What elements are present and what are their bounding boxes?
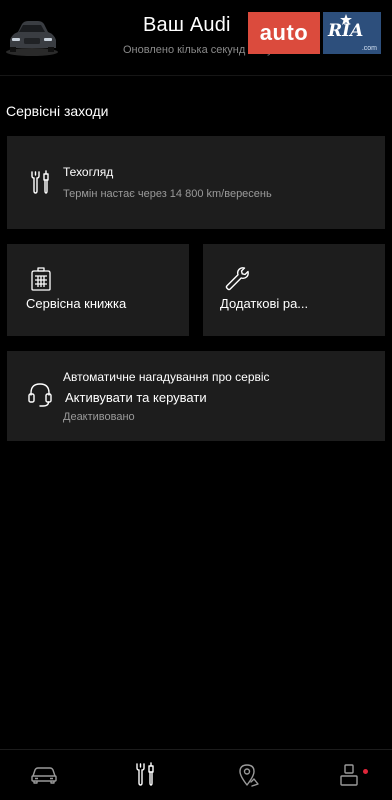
inspection-title: Техогляд xyxy=(63,165,114,179)
wrench-icon xyxy=(225,267,249,291)
notification-dot xyxy=(363,769,368,774)
car-icon xyxy=(31,767,57,784)
map-pin-icon xyxy=(239,764,259,787)
nav-car[interactable] xyxy=(14,750,74,800)
nav-profile[interactable] xyxy=(318,750,378,800)
section-title: Сервісні заходи xyxy=(6,103,109,119)
page-title: Ваш Audi xyxy=(143,14,231,36)
user-icon xyxy=(340,764,358,786)
service-book-icon xyxy=(31,267,51,291)
reminder-activate-link[interactable]: Активувати та керувати xyxy=(65,390,207,405)
wrench-screwdriver-icon xyxy=(136,762,154,786)
inspection-card[interactable]: Техогляд Термін настає через 14 800 km/в… xyxy=(7,136,385,229)
service-book-label: Сервісна книжка xyxy=(26,296,127,311)
reminder-title: Автоматичне нагадування про сервіс xyxy=(63,370,270,384)
service-book-card[interactable]: Сервісна книжка xyxy=(7,244,189,336)
watermark-ria-text: RIA xyxy=(328,21,364,41)
inspection-due-text: Термін настає через 14 800 km/вересень xyxy=(63,188,272,200)
additional-work-label: Додаткові ра... xyxy=(220,296,309,311)
watermark-auto-text: auto xyxy=(248,12,320,54)
top-header: Ваш Audi Оновлено кілька секунд тому aut… xyxy=(0,0,392,76)
car-thumbnail-image[interactable] xyxy=(4,14,60,60)
service-reminder-card[interactable]: Автоматичне нагадування про сервіс Актив… xyxy=(7,351,385,441)
bottom-navigation xyxy=(0,749,392,800)
reminder-status-text: Деактивовано xyxy=(63,411,135,423)
headset-icon xyxy=(28,383,52,407)
nav-service[interactable] xyxy=(115,750,175,800)
watermark-ria-box: RIA .com xyxy=(323,12,381,54)
watermark-dotcom-text: .com xyxy=(361,45,377,52)
wrench-screwdriver-icon xyxy=(31,170,49,194)
autoria-watermark: auto RIA .com xyxy=(248,12,381,54)
additional-work-card[interactable]: Додаткові ра... xyxy=(203,244,385,336)
nav-map[interactable] xyxy=(218,750,278,800)
